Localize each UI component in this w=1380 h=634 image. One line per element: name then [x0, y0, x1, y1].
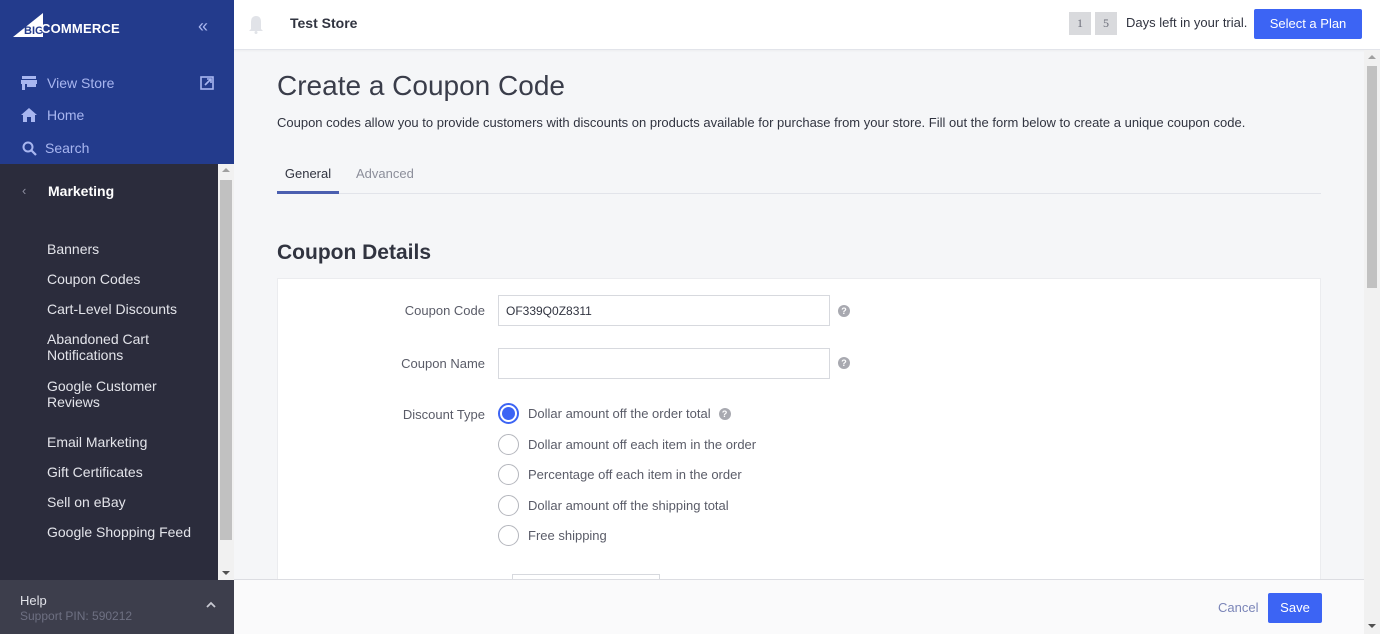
sidebar-top: BIG COMMERCE « View Store Home Search [0, 0, 234, 164]
sidebar-item-cart-level-discounts[interactable]: Cart-Level Discounts [47, 301, 212, 317]
sidebar-scrollbar-thumb[interactable] [220, 180, 232, 540]
discount-type-option[interactable]: Dollar amount off the order total ? [498, 403, 731, 424]
radio-button[interactable] [498, 434, 519, 455]
help-title: Help [20, 593, 47, 608]
radio-button[interactable] [498, 495, 519, 516]
view-store-label: View Store [47, 75, 115, 91]
discount-type-label: Discount Type [402, 407, 485, 422]
radio-label: Percentage off each item in the order [528, 467, 742, 482]
scroll-up-arrow-icon[interactable] [1368, 55, 1376, 59]
coupon-name-input[interactable] [498, 348, 830, 379]
action-footer: Cancel Save [234, 579, 1364, 634]
radio-label: Dollar amount off the order total [528, 406, 711, 421]
store-icon [20, 74, 38, 92]
search-icon [20, 139, 38, 157]
discount-type-option[interactable]: Dollar amount off each item in the order [498, 434, 756, 455]
double-chevron-left-icon: « [198, 16, 209, 36]
main-scrollbar[interactable] [1364, 50, 1380, 634]
sidebar-item-google-shopping-feed[interactable]: Google Shopping Feed [47, 524, 212, 540]
tab-bar: General Advanced [277, 160, 1321, 194]
sidebar-item-gift-certificates[interactable]: Gift Certificates [47, 464, 212, 480]
external-link-icon[interactable] [200, 76, 214, 90]
top-header: Test Store 1 5 Days left in your trial. … [234, 0, 1380, 50]
help-panel[interactable]: Help Support PIN: 590212 [0, 580, 234, 634]
discount-type-option[interactable]: Free shipping [498, 525, 607, 546]
collapse-sidebar-button[interactable]: « [198, 16, 208, 36]
radio-label: Free shipping [528, 528, 607, 543]
page-title: Create a Coupon Code [277, 70, 565, 101]
scroll-up-arrow-icon[interactable] [222, 168, 230, 172]
help-question-icon[interactable]: ? [838, 305, 850, 317]
logo-text: COMMERCE [41, 21, 120, 36]
radio-label: Dollar amount off the shipping total [528, 498, 729, 513]
coupon-name-label: Coupon Name [401, 356, 485, 371]
radio-button[interactable] [498, 464, 519, 485]
cancel-button[interactable]: Cancel [1218, 600, 1258, 615]
scroll-down-arrow-icon[interactable] [222, 571, 230, 575]
discount-type-option[interactable]: Dollar amount off the shipping total [498, 495, 729, 516]
store-name: Test Store [290, 15, 358, 31]
discount-type-option[interactable]: Percentage off each item in the order [498, 464, 742, 485]
sidebar-scrollbar[interactable] [218, 164, 234, 580]
coupon-code-label: Coupon Code [404, 303, 485, 318]
page-description: Coupon codes allow you to provide custom… [277, 115, 1246, 130]
sidebar-item-coupon-codes[interactable]: Coupon Codes [47, 271, 212, 287]
home-icon [20, 106, 38, 124]
main-scrollbar-thumb[interactable] [1367, 66, 1377, 288]
support-pin: Support PIN: 590212 [20, 609, 133, 623]
trial-day-digit: 5 [1095, 12, 1117, 35]
chevron-left-icon[interactable]: ‹ [22, 183, 26, 198]
save-button[interactable]: Save [1268, 593, 1322, 623]
trial-day-digit: 1 [1069, 12, 1091, 35]
sidebar-item-abandoned-cart[interactable]: Abandoned Cart Notifications [47, 331, 212, 363]
sidebar-home[interactable]: Home [20, 106, 84, 124]
bigcommerce-logo[interactable]: BIG COMMERCE [13, 13, 120, 37]
sidebar-item-sell-on-ebay[interactable]: Sell on eBay [47, 494, 212, 510]
tab-advanced[interactable]: Advanced [356, 166, 414, 181]
radio-button-checked[interactable] [498, 403, 519, 424]
sidebar-item-banners[interactable]: Banners [47, 241, 212, 257]
section-title: Coupon Details [277, 241, 432, 264]
scroll-down-arrow-icon[interactable] [1368, 624, 1376, 628]
sidebar-view-store[interactable]: View Store [20, 74, 114, 92]
tab-general[interactable]: General [277, 166, 339, 194]
sidebar-search[interactable]: Search [20, 139, 89, 157]
logo-triangle-icon: BIG [13, 13, 43, 37]
coupon-details-card [277, 278, 1321, 598]
sidebar: BIG COMMERCE « View Store Home Search ‹ … [0, 0, 234, 634]
search-label: Search [45, 140, 90, 156]
coupon-code-input[interactable] [498, 295, 830, 326]
radio-button[interactable] [498, 525, 519, 546]
help-question-icon[interactable]: ? [838, 357, 850, 369]
sidebar-item-email-marketing[interactable]: Email Marketing [47, 434, 212, 450]
select-plan-button[interactable]: Select a Plan [1254, 9, 1362, 39]
bell-icon[interactable] [248, 14, 264, 34]
chevron-up-icon[interactable] [206, 597, 216, 611]
home-label: Home [47, 107, 85, 123]
sidebar-item-google-customer-reviews[interactable]: Google Customer Reviews [47, 378, 212, 410]
help-question-icon[interactable]: ? [718, 407, 731, 420]
trial-text: Days left in your trial. [1126, 15, 1248, 30]
radio-label: Dollar amount off each item in the order [528, 437, 757, 452]
section-title-marketing: Marketing [48, 183, 115, 199]
sidebar-section-header: ‹ Marketing [0, 176, 218, 210]
